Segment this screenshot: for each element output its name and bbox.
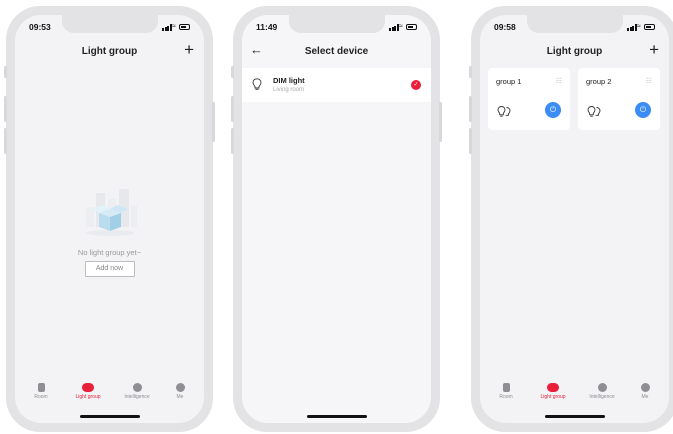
- wifi-icon: ≈: [399, 23, 403, 30]
- status-time: 11:49: [256, 22, 278, 32]
- status-time: 09:53: [29, 22, 51, 32]
- intelligence-icon: [597, 383, 607, 392]
- nav-bar: ← Select device: [242, 37, 431, 67]
- add-group-button[interactable]: +: [184, 41, 194, 59]
- group-name: group 1: [496, 77, 522, 86]
- status-icons: ≈: [627, 23, 655, 31]
- status-icons: ≈: [389, 23, 417, 31]
- me-icon: [640, 383, 650, 392]
- home-indicator[interactable]: [79, 415, 140, 418]
- status-bar: 11:49 ≈: [242, 19, 431, 33]
- battery-icon: [406, 24, 417, 30]
- status-bar: 09:53 ≈: [15, 19, 204, 33]
- tab-label: Me: [641, 394, 649, 400]
- tab-me[interactable]: Me: [158, 383, 202, 400]
- group-menu-icon[interactable]: ☷: [646, 77, 652, 85]
- home-indicator[interactable]: [544, 415, 605, 418]
- nav-bar: Light group +: [15, 37, 204, 67]
- tab-light-group[interactable]: Light group: [531, 383, 575, 400]
- home-indicator[interactable]: [306, 415, 367, 418]
- page-title: Light group: [546, 46, 603, 57]
- side-button: [439, 102, 442, 142]
- side-button: [212, 102, 215, 142]
- room-icon: [502, 383, 510, 392]
- status-bar: 09:58 ≈: [480, 19, 669, 33]
- tab-bar: Room Light group Intelligence Me: [15, 383, 204, 409]
- add-now-button[interactable]: Add now: [84, 261, 135, 277]
- me-icon: [175, 383, 185, 392]
- tab-room[interactable]: Room: [484, 383, 528, 400]
- power-button[interactable]: ⏻: [545, 102, 561, 118]
- mute-switch: [231, 66, 234, 78]
- tab-label: Room: [499, 394, 513, 400]
- phone-select-device: 11:49 ≈ ← Select device DIM light Living…: [231, 6, 442, 432]
- intelligence-icon: [132, 383, 142, 392]
- group-bulbs-icon: [587, 106, 601, 117]
- device-name: DIM light: [273, 76, 305, 85]
- device-row[interactable]: DIM light Living room ✓: [242, 68, 431, 102]
- tab-label: Intelligence: [589, 394, 615, 400]
- page-title: Light group: [81, 46, 138, 57]
- tab-intelligence[interactable]: Intelligence: [580, 383, 624, 400]
- empty-state-text: No light group yet~: [77, 248, 142, 257]
- volume-down-button: [231, 128, 234, 154]
- screen: 09:53 ≈ Light group + No light group yet…: [15, 15, 204, 423]
- device-room: Living room: [273, 87, 305, 93]
- tab-room[interactable]: Room: [19, 383, 63, 400]
- volume-up-button: [231, 96, 234, 122]
- page-title: Select device: [304, 46, 369, 57]
- tab-label: Me: [176, 394, 184, 400]
- add-group-button[interactable]: +: [649, 41, 659, 59]
- tab-label: Light group: [540, 394, 566, 400]
- group-bulbs-icon: [497, 106, 511, 117]
- tab-intelligence[interactable]: Intelligence: [115, 383, 159, 400]
- volume-down-button: [469, 128, 472, 154]
- tab-label: Room: [34, 394, 48, 400]
- group-menu-icon[interactable]: ☷: [556, 77, 562, 85]
- bulb-icon: [252, 78, 262, 90]
- group-card-1[interactable]: group 1 ☷ ⏻: [488, 68, 570, 130]
- nav-bar: Light group +: [480, 37, 669, 67]
- status-icons: ≈: [162, 23, 190, 31]
- battery-icon: [644, 24, 655, 30]
- wifi-icon: ≈: [637, 23, 641, 30]
- room-icon: [37, 383, 45, 392]
- phone-light-group-list: 09:58 ≈ Light group + group 1 ☷ ⏻ group …: [469, 6, 673, 432]
- group-card-2[interactable]: group 2 ☷ ⏻: [578, 68, 660, 130]
- power-button[interactable]: ⏻: [635, 102, 651, 118]
- volume-down-button: [4, 128, 7, 154]
- wifi-icon: ≈: [172, 23, 176, 30]
- tab-label: Intelligence: [124, 394, 150, 400]
- light-group-icon: [547, 383, 559, 392]
- mute-switch: [469, 66, 472, 78]
- screen: 11:49 ≈ ← Select device DIM light Living…: [242, 15, 431, 423]
- tab-light-group[interactable]: Light group: [66, 383, 110, 400]
- group-name: group 2: [586, 77, 612, 86]
- light-group-icon: [82, 383, 94, 392]
- selected-check-icon[interactable]: ✓: [411, 80, 421, 90]
- battery-icon: [179, 24, 190, 30]
- tab-bar: Room Light group Intelligence Me: [480, 383, 669, 409]
- empty-box-illustration: [85, 189, 137, 236]
- tab-label: Light group: [75, 394, 101, 400]
- screen: 09:58 ≈ Light group + group 1 ☷ ⏻ group …: [480, 15, 669, 423]
- volume-up-button: [4, 96, 7, 122]
- volume-up-button: [469, 96, 472, 122]
- phone-light-group-empty: 09:53 ≈ Light group + No light group yet…: [4, 6, 215, 432]
- tab-me[interactable]: Me: [623, 383, 667, 400]
- status-time: 09:58: [494, 22, 516, 32]
- mute-switch: [4, 66, 7, 78]
